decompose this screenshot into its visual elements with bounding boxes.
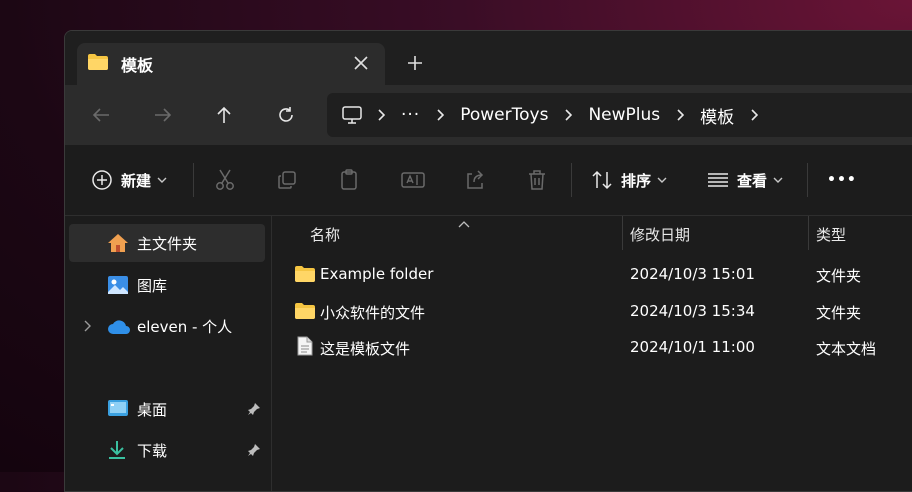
sidebar-item-label: 下载 <box>137 441 168 460</box>
text-document-icon <box>297 336 313 360</box>
file-explorer-window: 模板 ··· PowerToys NewPlus 模板 新建 排序 查看 •••… <box>64 30 912 492</box>
trash-icon <box>527 169 547 191</box>
chevron-right-icon[interactable] <box>668 103 692 127</box>
rename-icon <box>401 170 425 190</box>
toolbar-divider <box>571 163 572 197</box>
pin-icon[interactable] <box>247 401 261 420</box>
sidebar-item-downloads[interactable]: 下载 <box>69 431 265 469</box>
tab-templates[interactable]: 模板 <box>77 43 385 85</box>
navigation-pane: 主文件夹 图库 eleven - 个人 桌面 下载 <box>65 216 272 491</box>
file-type: 文件夹 <box>816 267 862 285</box>
file-name: 小众软件的文件 <box>320 304 426 322</box>
sidebar-item-home[interactable]: 主文件夹 <box>69 224 265 262</box>
chevron-down-icon <box>773 177 783 183</box>
file-modified: 2024/10/3 15:34 <box>630 302 755 320</box>
list-lines-icon <box>707 172 729 188</box>
share-icon <box>465 170 485 190</box>
file-name: Example folder <box>320 265 434 283</box>
column-divider[interactable] <box>808 216 809 250</box>
file-modified: 2024/10/3 15:01 <box>630 265 755 283</box>
file-list: 名称 修改日期 类型 Example folder 2024/10/3 15:0… <box>272 216 912 491</box>
sidebar-item-gallery[interactable]: 图库 <box>69 266 265 304</box>
back-arrow-icon[interactable] <box>85 99 117 131</box>
file-name: 这是模板文件 <box>320 340 411 358</box>
forward-arrow-icon[interactable] <box>147 99 179 131</box>
file-type: 文本文档 <box>816 340 877 358</box>
paste-button[interactable] <box>339 164 359 196</box>
sort-ascending-caret-icon <box>458 213 470 232</box>
chevron-right-icon[interactable] <box>428 103 452 127</box>
chevron-down-icon <box>157 177 167 183</box>
cut-button[interactable] <box>215 164 235 196</box>
title-bar: 模板 <box>65 31 912 85</box>
onedrive-cloud-icon <box>107 319 131 339</box>
view-label: 查看 <box>737 171 768 190</box>
scissors-icon <box>215 169 235 191</box>
breadcrumb-templates[interactable]: 模板 <box>700 103 734 128</box>
sort-button[interactable]: 排序 <box>591 164 667 196</box>
file-modified: 2024/10/1 11:00 <box>630 338 755 356</box>
command-bar: 新建 排序 查看 ••• <box>65 145 912 216</box>
copy-button[interactable] <box>277 164 297 196</box>
column-header-name[interactable]: 名称 <box>310 224 340 245</box>
chevron-down-icon <box>657 177 667 183</box>
plus-circle-icon <box>91 169 113 191</box>
computer-icon[interactable] <box>341 105 363 125</box>
up-arrow-icon[interactable] <box>208 99 240 131</box>
pin-icon[interactable] <box>247 442 261 461</box>
sidebar-item-desktop[interactable]: 桌面 <box>69 390 265 428</box>
sidebar-item-label: 桌面 <box>137 400 168 419</box>
clipboard-icon <box>339 169 359 191</box>
toolbar-divider <box>193 163 194 197</box>
sort-arrows-icon <box>591 170 613 190</box>
file-row[interactable]: Example folder 2024/10/3 15:01 文件夹 <box>272 256 912 292</box>
file-row[interactable]: 这是模板文件 2024/10/1 11:00 文本文档 <box>272 329 912 365</box>
rename-button[interactable] <box>401 164 425 196</box>
folder-icon <box>294 302 316 324</box>
column-divider[interactable] <box>622 216 623 250</box>
tab-title: 模板 <box>121 56 154 75</box>
new-label: 新建 <box>121 171 152 190</box>
sort-label: 排序 <box>621 171 652 190</box>
address-bar[interactable]: ··· PowerToys NewPlus 模板 <box>327 93 912 137</box>
more-options-button[interactable]: ••• <box>827 164 857 196</box>
more-options-icon: ••• <box>827 172 857 188</box>
sidebar-item-onedrive[interactable]: eleven - 个人 <box>69 307 265 345</box>
chevron-right-icon[interactable] <box>556 103 580 127</box>
share-button[interactable] <box>465 164 485 196</box>
toolbar-divider <box>807 163 808 197</box>
file-row[interactable]: 小众软件的文件 2024/10/3 15:34 文件夹 <box>272 293 912 329</box>
new-tab-plus-icon[interactable] <box>403 51 427 75</box>
sidebar-item-label: eleven - 个人 <box>137 317 233 336</box>
column-header-row: 名称 修改日期 类型 <box>272 216 912 250</box>
sidebar-item-label: 图库 <box>137 276 168 295</box>
folder-icon <box>294 265 316 287</box>
folder-icon <box>87 53 109 75</box>
column-header-modified[interactable]: 修改日期 <box>630 224 690 245</box>
home-icon <box>107 233 129 257</box>
chevron-right-icon[interactable] <box>369 103 393 127</box>
view-button[interactable]: 查看 <box>707 164 783 196</box>
sidebar-item-label: 主文件夹 <box>137 234 198 253</box>
delete-button[interactable] <box>527 164 547 196</box>
refresh-icon[interactable] <box>270 99 302 131</box>
breadcrumb-newplus[interactable]: NewPlus <box>588 105 660 125</box>
chevron-right-icon[interactable] <box>83 318 91 337</box>
breadcrumb-overflow[interactable]: ··· <box>401 105 420 125</box>
gallery-icon <box>107 275 129 299</box>
desktop-icon <box>107 399 129 421</box>
download-icon <box>107 440 127 464</box>
breadcrumb-powertoys[interactable]: PowerToys <box>460 105 548 125</box>
file-type: 文件夹 <box>816 304 862 322</box>
close-icon[interactable] <box>349 51 373 75</box>
copy-icon <box>277 170 297 190</box>
column-header-type[interactable]: 类型 <box>816 224 846 245</box>
new-button[interactable]: 新建 <box>91 164 167 196</box>
chevron-right-icon[interactable] <box>742 103 766 127</box>
navigation-bar: ··· PowerToys NewPlus 模板 <box>65 85 912 145</box>
